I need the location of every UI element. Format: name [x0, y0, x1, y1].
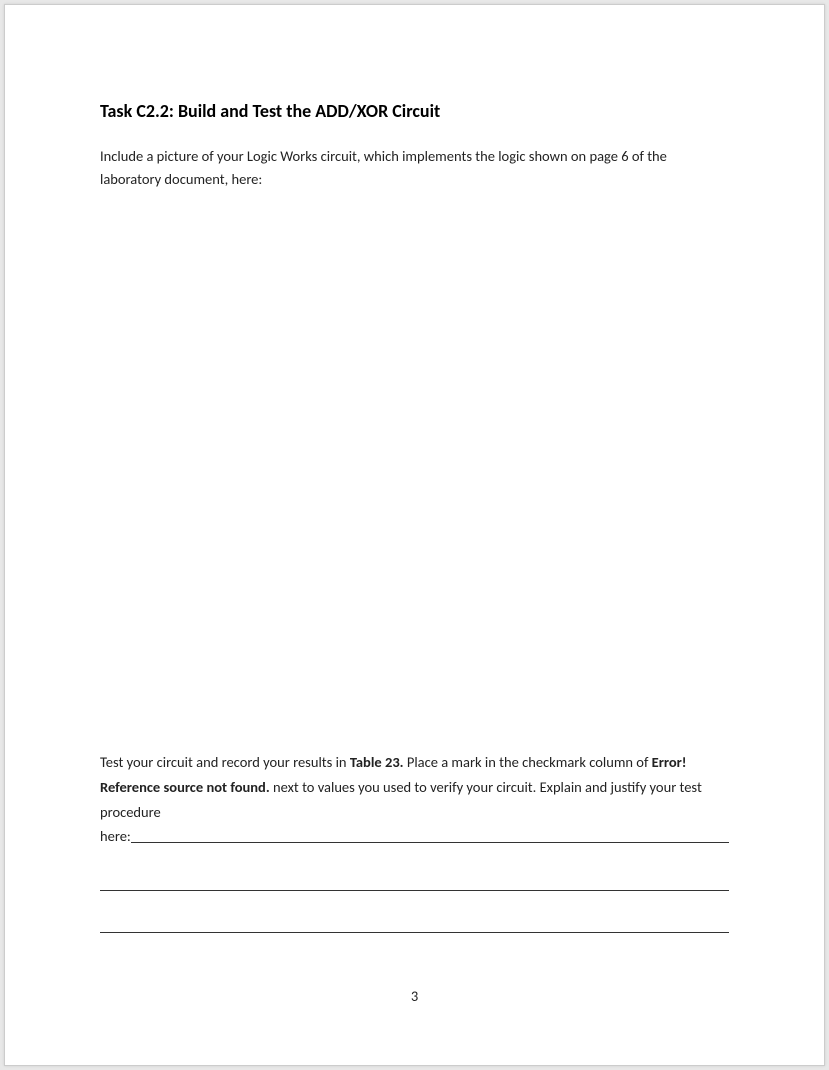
here-line: here: — [100, 824, 729, 849]
intro-paragraph: Include a picture of your Logic Works ci… — [100, 145, 729, 190]
document-page: Task C2.2: Build and Test the ADD/XOR Ci… — [4, 4, 825, 1066]
test-instructions: Test your circuit and record your result… — [100, 750, 729, 933]
fill-line-3 — [100, 909, 729, 933]
fill-line-1 — [131, 829, 729, 843]
here-label: here: — [100, 824, 131, 849]
fill-line-2 — [100, 867, 729, 891]
section-heading: Task C2.2: Build and Test the ADD/XOR Ci… — [100, 100, 729, 123]
figure-placeholder-space — [100, 190, 729, 750]
instr-text-2: Place a mark in the checkmark column of — [404, 753, 652, 771]
page-number: 3 — [5, 987, 824, 1005]
table-reference: Table 23. — [350, 753, 404, 771]
instr-text-1: Test your circuit and record your result… — [100, 753, 350, 771]
